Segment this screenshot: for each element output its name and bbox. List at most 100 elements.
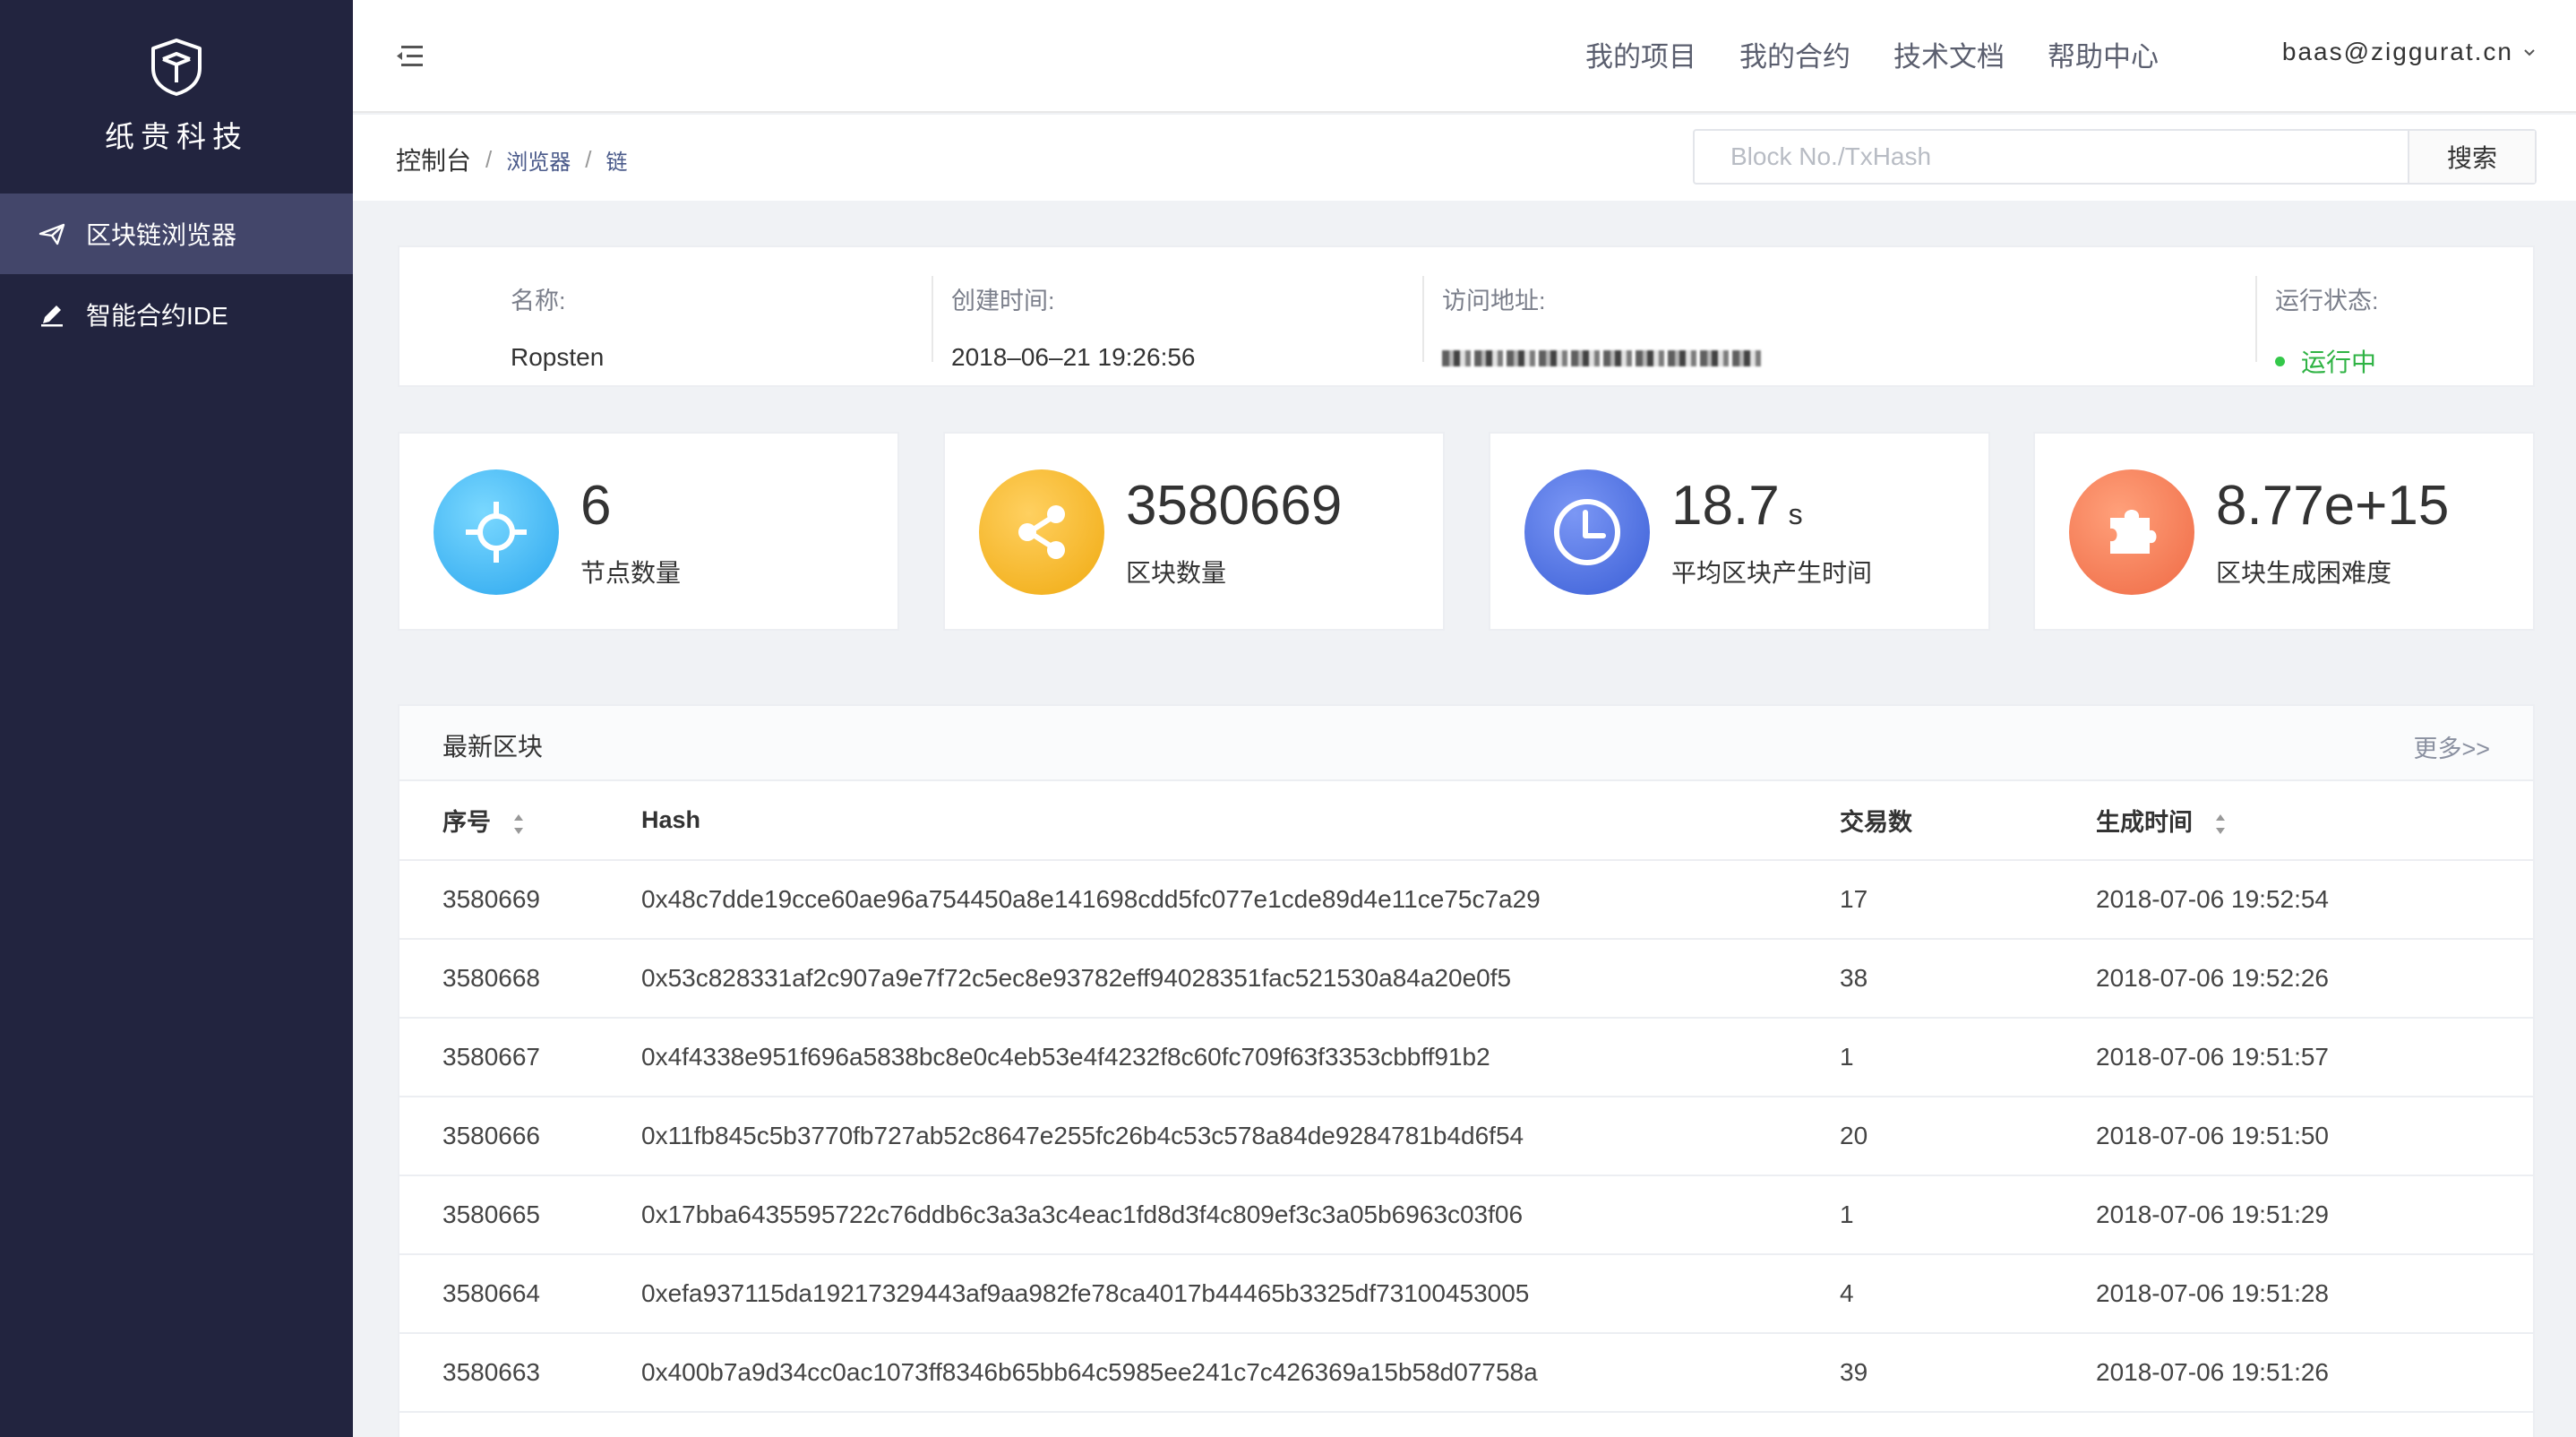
sidebar-item-blockchain-explorer[interactable]: 区块链浏览器 — [0, 194, 353, 274]
block-number[interactable]: 3580664 — [399, 1254, 641, 1334]
block-hash[interactable]: 0xefa937115da19217329443af9aa982fe78ca40… — [641, 1254, 1840, 1334]
stat-value: 6 — [580, 475, 612, 537]
block-hash[interactable]: 0x48c7dde19cce60ae96a754450a8e141698cdd5… — [641, 860, 1840, 940]
top-nav: 我的项目 我的合约 技术文档 帮助中心 — [1585, 34, 2159, 74]
status-badge: 运行中 — [2275, 343, 2379, 379]
panel-header: 最新区块 更多>> — [399, 706, 2533, 781]
nav-my-projects[interactable]: 我的项目 — [1585, 34, 1696, 74]
tx-count: 20 — [1840, 1097, 2096, 1176]
table-row[interactable]: 3580665 0x17bba6435595722c76ddb6c3a3a3c4… — [399, 1175, 2533, 1255]
divider — [2255, 276, 2257, 362]
chain-info-card: 名称: Ropsten 创建时间: 2018–06–21 19:26:56 访问… — [398, 245, 2535, 387]
breadcrumb-explorer[interactable]: 浏览器 — [506, 144, 571, 176]
info-status: 运行状态: 运行中 — [2275, 281, 2379, 379]
sidebar-item-label: 智能合约IDE — [86, 302, 228, 330]
block-hash[interactable]: 0x17bba6435595722c76ddb6c3a3a3c4eac1fd8d… — [641, 1175, 1840, 1255]
stat-value: 3580669 — [1126, 475, 1343, 537]
nav-my-contracts[interactable]: 我的合约 — [1739, 34, 1850, 74]
menu-collapse-icon[interactable] — [394, 42, 425, 71]
stat-card-nodes: 6 节点数量 — [398, 432, 899, 631]
logo[interactable]: 纸贵科技 — [0, 0, 353, 194]
column-header-number[interactable]: 序号 — [399, 781, 641, 861]
more-link[interactable]: 更多>> — [2413, 729, 2490, 764]
address-label: 访问地址: — [1442, 288, 1546, 314]
block-hash[interactable]: 0x4f4338e951f696a5838bc8e0c4eb53e4f4232f… — [641, 1018, 1840, 1097]
block-number[interactable]: 3580665 — [399, 1175, 641, 1255]
block-hash[interactable]: 0x53c828331af2c907a9e7f72c5ec8e93782eff9… — [641, 939, 1840, 1019]
name-value: Ropsten — [511, 343, 605, 371]
nav-tech-docs[interactable]: 技术文档 — [1893, 34, 2005, 74]
share-icon — [979, 469, 1104, 595]
block-time: 2018-07-06 19:52:54 — [2096, 860, 2533, 940]
created-label: 创建时间: — [951, 288, 1055, 314]
latest-blocks-panel: 最新区块 更多>> 序号 Hash 交易数 生成时间 3580669 0x48c… — [398, 704, 2535, 1437]
block-number[interactable]: 3580663 — [399, 1333, 641, 1413]
search-box: 搜索 — [1693, 129, 2537, 185]
info-created: 创建时间: 2018–06–21 19:26:56 — [951, 281, 1196, 372]
divider — [1422, 276, 1424, 362]
tx-count: 4 — [1840, 1254, 2096, 1334]
tx-count: 1 — [1840, 1018, 2096, 1097]
table-row[interactable]: 3580663 0x400b7a9d34cc0ac1073ff8346b65bb… — [399, 1333, 2533, 1413]
stat-unit: s — [1788, 498, 1803, 530]
table-row[interactable]: 3580666 0x11fb845c5b3770fb727ab52c8647e2… — [399, 1097, 2533, 1176]
table-header-row: 序号 Hash 交易数 生成时间 — [399, 781, 2533, 861]
stat-card-block-time: 18.7 s 平均区块产生时间 — [1489, 432, 1990, 631]
block-time: 2018-07-06 19:51:29 — [2096, 1175, 2533, 1255]
crosshair-icon — [434, 469, 559, 595]
block-time: 2018-07-06 19:51:28 — [2096, 1254, 2533, 1334]
name-label: 名称: — [511, 288, 566, 314]
table-row[interactable]: 3580668 0x53c828331af2c907a9e7f72c5ec8e9… — [399, 939, 2533, 1019]
breadcrumb-separator: / — [485, 145, 493, 173]
info-name: 名称: Ropsten — [511, 281, 604, 372]
table-row[interactable]: 3580664 0xefa937115da19217329443af9aa982… — [399, 1254, 2533, 1334]
puzzle-icon — [2069, 469, 2194, 595]
block-hash[interactable]: 0x11fb845c5b3770fb727ab52c8647e255fc26b4… — [641, 1097, 1840, 1176]
search-input[interactable] — [1695, 131, 2408, 183]
info-address: 访问地址: — [1442, 281, 1765, 371]
sort-icon[interactable] — [2214, 812, 2227, 837]
block-number[interactable]: 3580666 — [399, 1097, 641, 1176]
user-email: baas@ziggurat.cn — [2281, 38, 2513, 65]
sort-icon[interactable] — [512, 812, 525, 837]
breadcrumb: 控制台 / 浏览器 / 链 — [396, 142, 627, 177]
column-header-hash: Hash — [641, 781, 1840, 861]
column-header-time[interactable]: 生成时间 — [2096, 781, 2533, 861]
stat-label: 节点数量 — [580, 559, 682, 587]
block-time: 2018-07-06 19:51:57 — [2096, 1018, 2533, 1097]
send-icon — [38, 219, 66, 248]
status-value: 运行中 — [2301, 348, 2377, 376]
address-value-redacted — [1442, 350, 1765, 366]
shield-logo-icon — [151, 39, 202, 96]
pen-icon — [38, 300, 66, 329]
stat-value: 18.7 s — [1671, 475, 1803, 537]
block-number[interactable]: 3580669 — [399, 860, 641, 940]
breadcrumb-chain: 链 — [605, 150, 628, 175]
top-bar: 我的项目 我的合约 技术文档 帮助中心 baas@ziggurat.cn — [353, 0, 2576, 113]
logo-text: 纸贵科技 — [105, 120, 248, 153]
stat-label: 区块生成困难度 — [2216, 559, 2392, 587]
stat-label: 区块数量 — [1126, 559, 1227, 587]
block-time: 2018-07-06 19:52:26 — [2096, 939, 2533, 1019]
search-button[interactable]: 搜索 — [2408, 131, 2535, 183]
column-header-tx-count: 交易数 — [1840, 781, 2096, 861]
block-hash[interactable]: 0x400b7a9d34cc0ac1073ff8346b65bb64c5985e… — [641, 1333, 1840, 1413]
sidebar: 纸贵科技 区块链浏览器 智能合约IDE — [0, 0, 353, 1437]
sidebar-item-contract-ide[interactable]: 智能合约IDE — [0, 274, 353, 355]
block-number[interactable]: 3580667 — [399, 1018, 641, 1097]
table-row[interactable]: 3580667 0x4f4338e951f696a5838bc8e0c4eb53… — [399, 1018, 2533, 1097]
breadcrumb-console[interactable]: 控制台 — [396, 142, 471, 177]
user-menu[interactable]: baas@ziggurat.cn — [2282, 38, 2537, 66]
tx-count: 39 — [1840, 1333, 2096, 1413]
table-row[interactable]: 3580669 0x48c7dde19cce60ae96a754450a8e14… — [399, 860, 2533, 940]
stat-label: 平均区块产生时间 — [1671, 559, 1873, 587]
block-time: 2018-07-06 19:51:26 — [2096, 1333, 2533, 1413]
block-number[interactable]: 3580668 — [399, 939, 641, 1019]
created-value: 2018–06–21 19:26:56 — [951, 343, 1196, 371]
nav-help-center[interactable]: 帮助中心 — [2048, 34, 2159, 74]
stat-card-blocks: 3580669 区块数量 — [943, 432, 1445, 631]
divider — [932, 276, 933, 362]
tx-count: 38 — [1840, 939, 2096, 1019]
stat-card-difficulty: 8.77e+15 区块生成困难度 — [2033, 432, 2535, 631]
breadcrumb-separator: / — [585, 145, 592, 173]
